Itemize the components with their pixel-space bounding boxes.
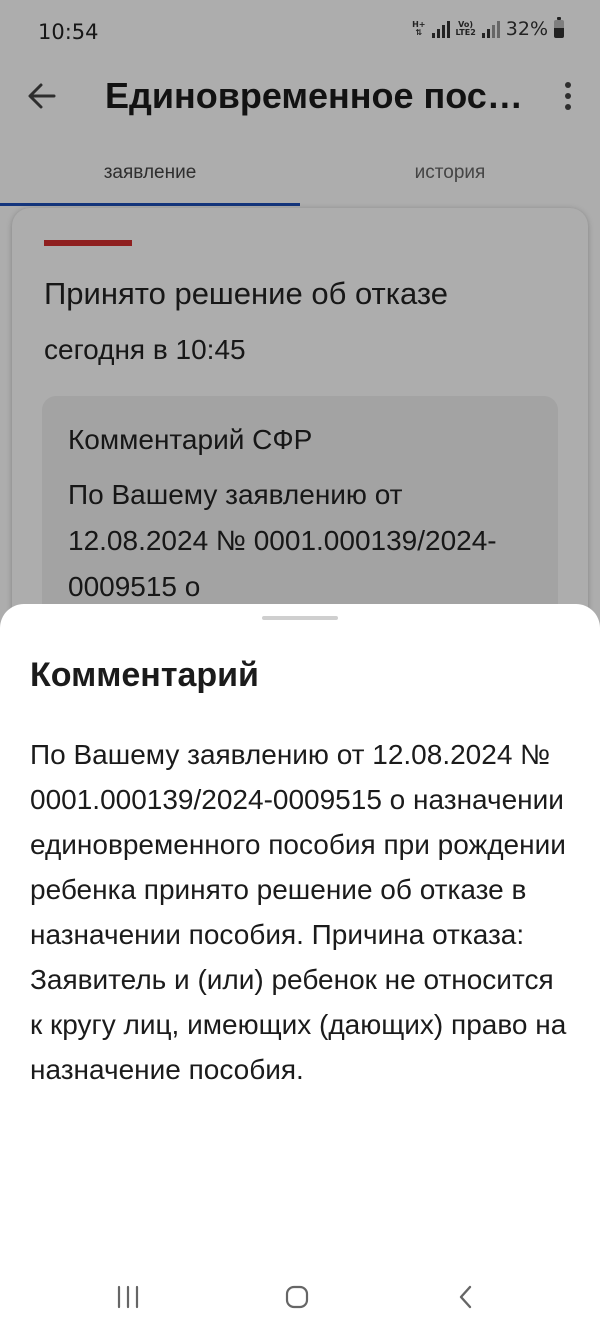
sheet-title: Комментарий — [30, 656, 259, 694]
recents-icon — [117, 1285, 139, 1309]
nav-back-icon — [459, 1285, 472, 1309]
comment-bottom-sheet: Комментарий По Вашему заявлению от 12.08… — [0, 604, 600, 1332]
system-nav-bar — [0, 1262, 600, 1332]
app-screen: 10:54 H+ ⇅ Vo) LTE2 32% Единовременное п… — [0, 0, 600, 1332]
home-button[interactable] — [277, 1282, 317, 1312]
recents-button[interactable] — [108, 1282, 148, 1312]
home-icon — [285, 1285, 309, 1309]
sheet-comment-text: По Вашему заявлению от 12.08.2024 № 0001… — [30, 739, 567, 1085]
nav-back-button[interactable] — [446, 1282, 486, 1312]
sheet-drag-handle[interactable] — [262, 616, 338, 620]
